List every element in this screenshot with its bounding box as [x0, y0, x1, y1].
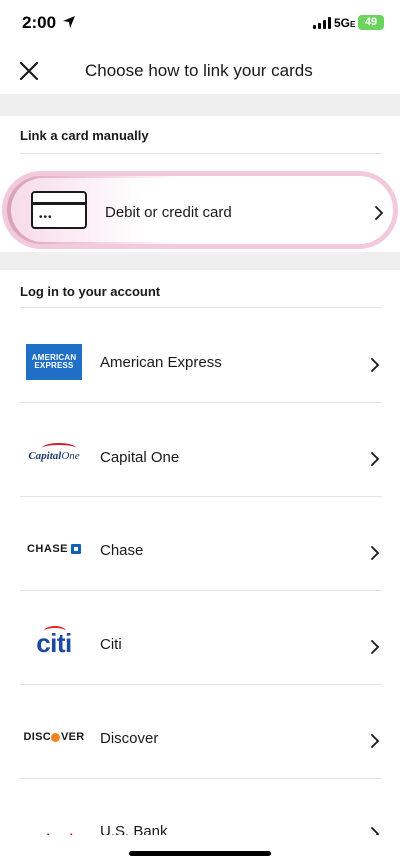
header: Choose how to link your cards	[0, 48, 400, 94]
bank-row-american-express[interactable]: AMERICAN EXPRESS American Express	[0, 315, 400, 409]
bank-name: Discover	[100, 730, 159, 747]
bank-name: Chase	[100, 542, 144, 559]
chevron-right-icon	[371, 640, 380, 654]
debit-credit-card-label: Debit or credit card	[105, 204, 232, 221]
chevron-right-icon	[375, 206, 384, 220]
bank-name: Capital One	[100, 449, 180, 466]
divider	[20, 496, 382, 497]
manual-section-heading: Link a card manually	[20, 128, 149, 143]
credit-card-icon: •••	[31, 191, 87, 229]
bank-name: Citi	[100, 636, 122, 653]
chase-logo: CHASE	[25, 530, 83, 568]
divider	[20, 153, 382, 154]
debit-credit-card-row[interactable]: ••• Debit or credit card	[2, 171, 398, 249]
close-icon[interactable]	[18, 60, 40, 82]
status-time: 2:00	[22, 13, 57, 32]
bank-row-citi[interactable]: citi Citi	[0, 597, 400, 691]
page-title: Choose how to link your cards	[85, 61, 313, 80]
section-separator	[0, 94, 400, 116]
citi-logo: citi	[36, 625, 72, 658]
chevron-right-icon	[371, 827, 380, 835]
login-section-heading: Log in to your account	[20, 284, 161, 299]
chevron-right-icon	[371, 358, 380, 372]
chevron-right-icon	[371, 734, 380, 748]
bank-row-capital-one[interactable]: CapitalOne Capital One	[0, 409, 400, 503]
battery-icon: 49	[358, 15, 384, 30]
bank-row-us-bank[interactable]: usbank U.S. Bank	[0, 785, 400, 835]
chevron-right-icon	[371, 546, 380, 560]
chevron-right-icon	[371, 452, 380, 466]
bank-name: American Express	[100, 354, 222, 371]
us-bank-logo: usbank	[25, 819, 83, 836]
capital-one-logo: CapitalOne	[25, 437, 83, 475]
network-type: 5GE	[334, 16, 356, 30]
bank-row-discover[interactable]: DISC VER Discover	[0, 691, 400, 785]
home-indicator[interactable]	[129, 851, 271, 856]
divider	[20, 590, 382, 591]
cell-signal-icon	[313, 17, 333, 29]
divider	[20, 307, 382, 308]
divider	[20, 684, 382, 685]
location-arrow-icon	[63, 16, 75, 28]
status-bar: 2:00 5GE 49	[0, 0, 400, 48]
discover-logo: DISC VER	[23, 731, 85, 743]
divider	[20, 402, 382, 403]
section-separator	[0, 252, 400, 270]
bank-name: U.S. Bank	[100, 823, 168, 835]
american-express-logo: AMERICAN EXPRESS	[25, 343, 83, 381]
divider	[20, 778, 382, 779]
bank-row-chase[interactable]: CHASE Chase	[0, 503, 400, 597]
